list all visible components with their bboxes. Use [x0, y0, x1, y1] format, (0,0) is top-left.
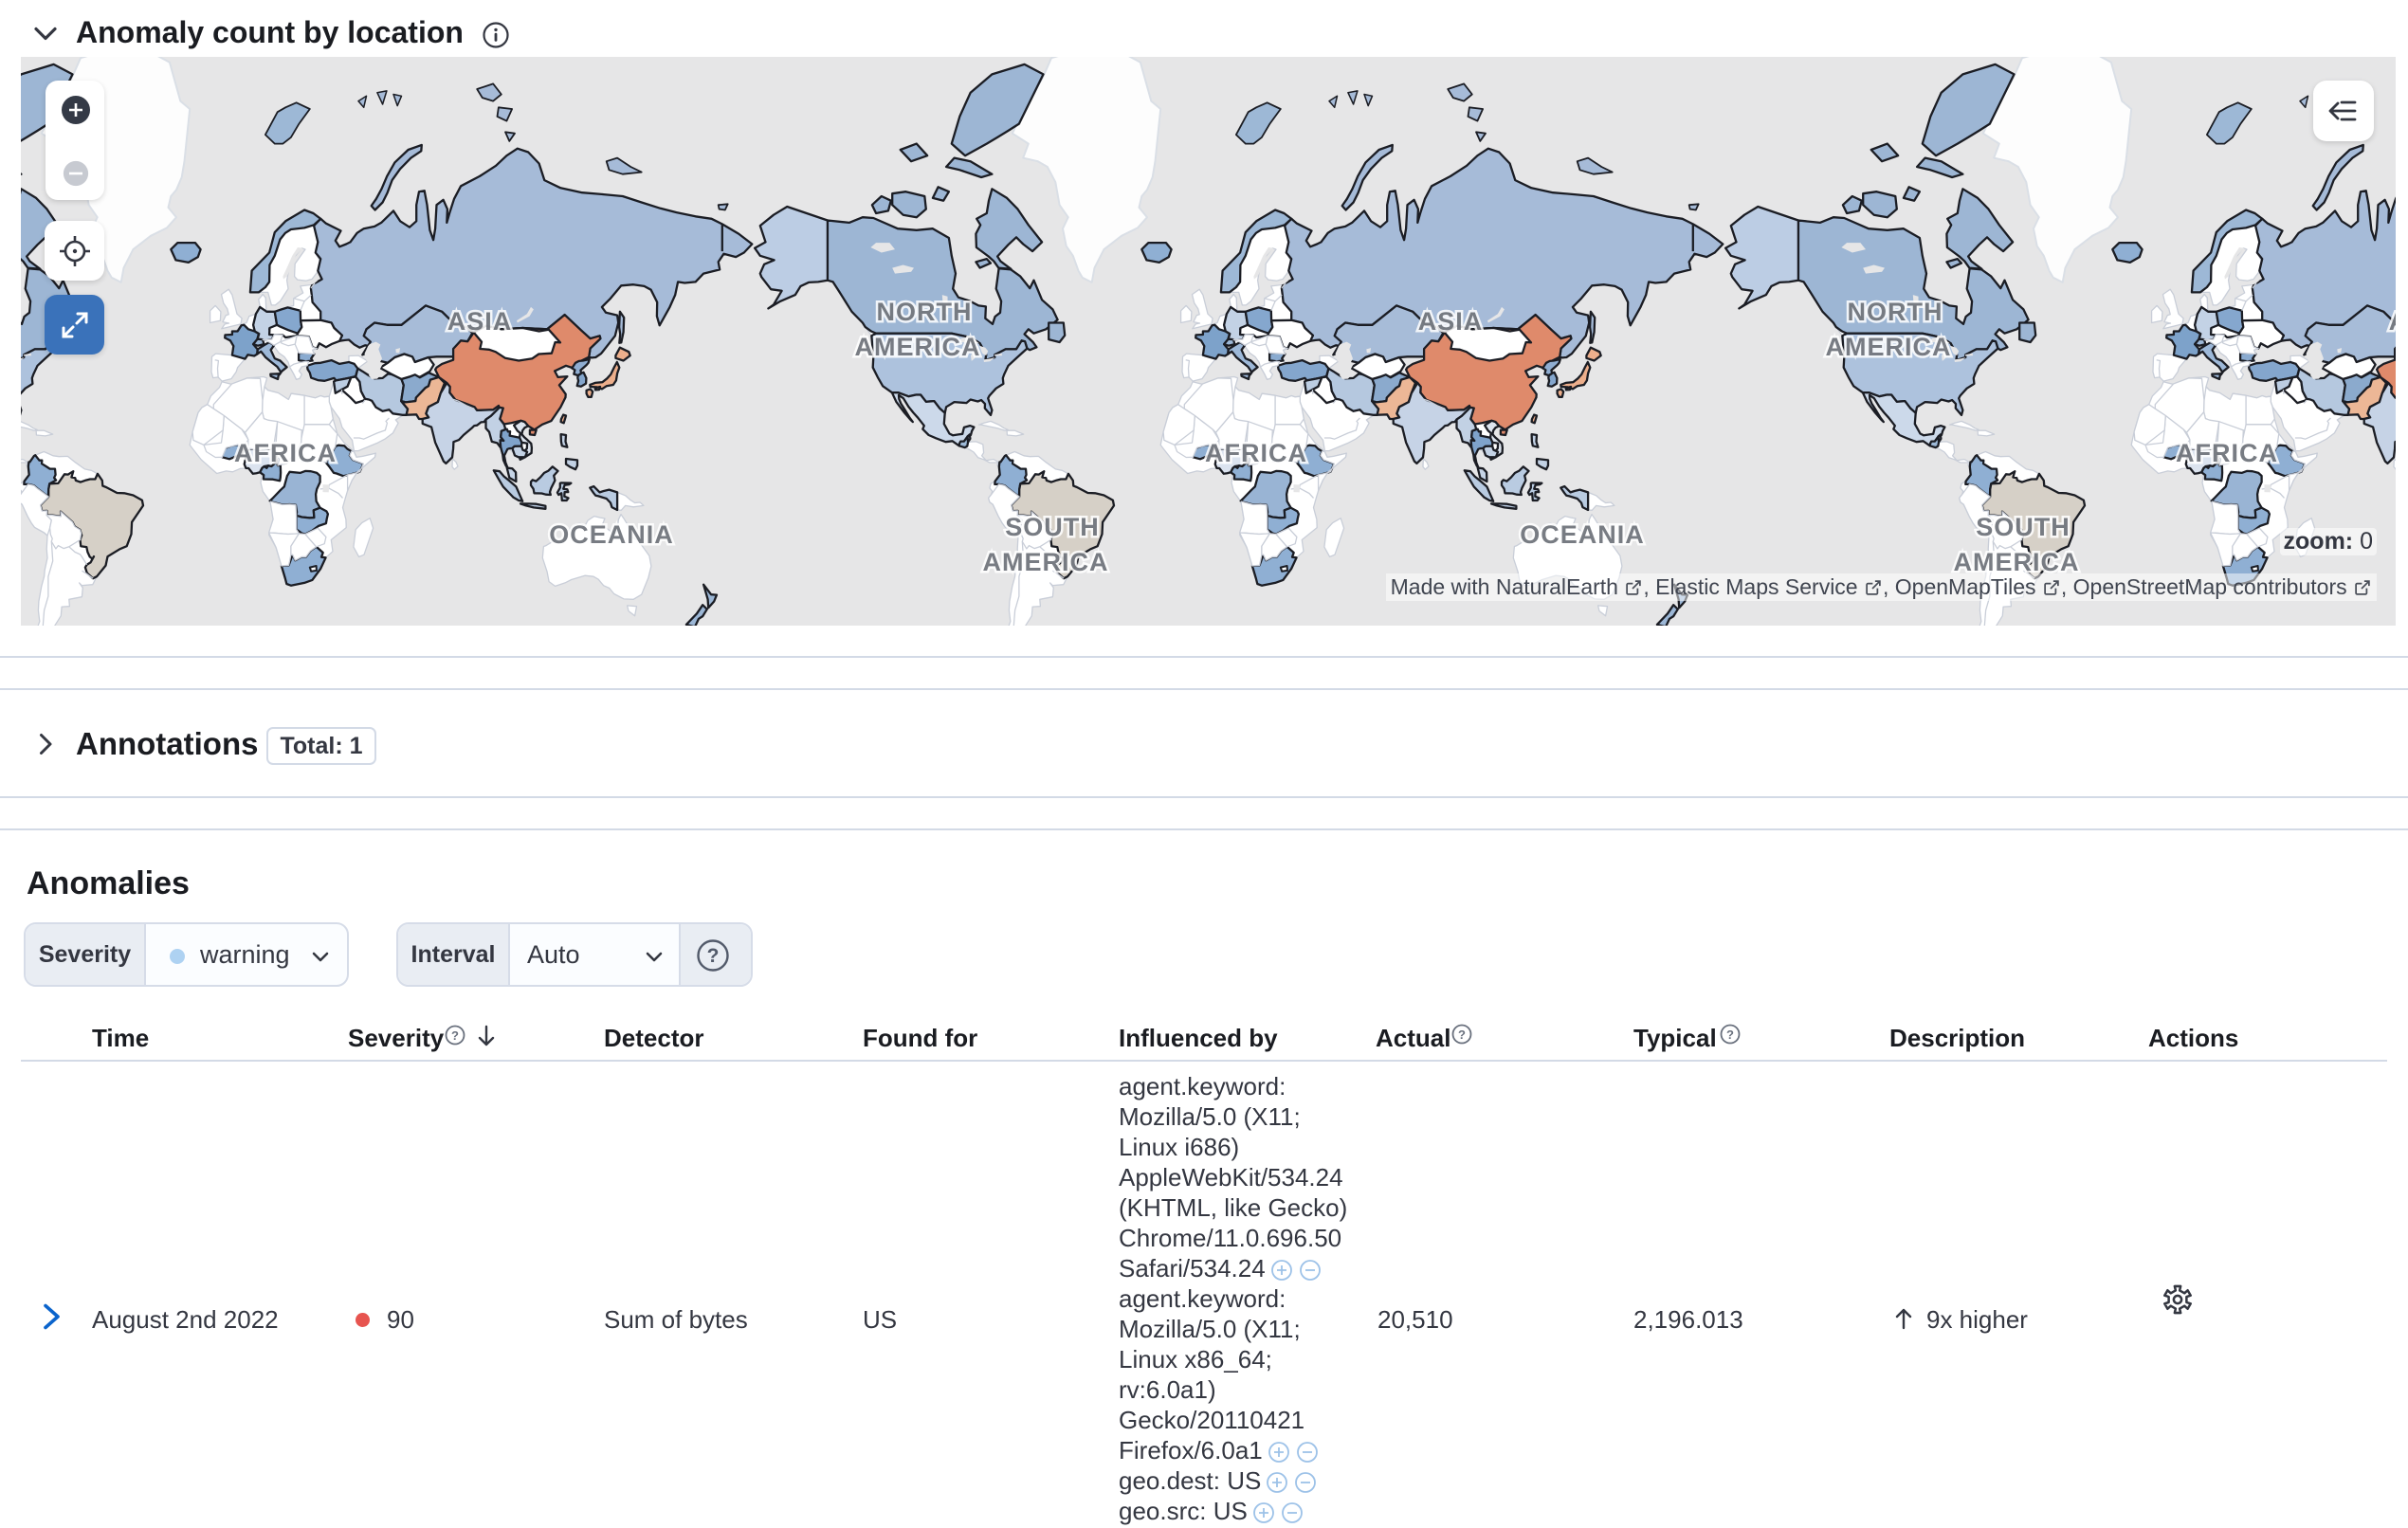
- svg-text:?: ?: [1458, 1028, 1466, 1042]
- svg-text:?: ?: [707, 945, 720, 967]
- svg-text:?: ?: [451, 1028, 459, 1043]
- svg-text:?: ?: [1726, 1028, 1734, 1042]
